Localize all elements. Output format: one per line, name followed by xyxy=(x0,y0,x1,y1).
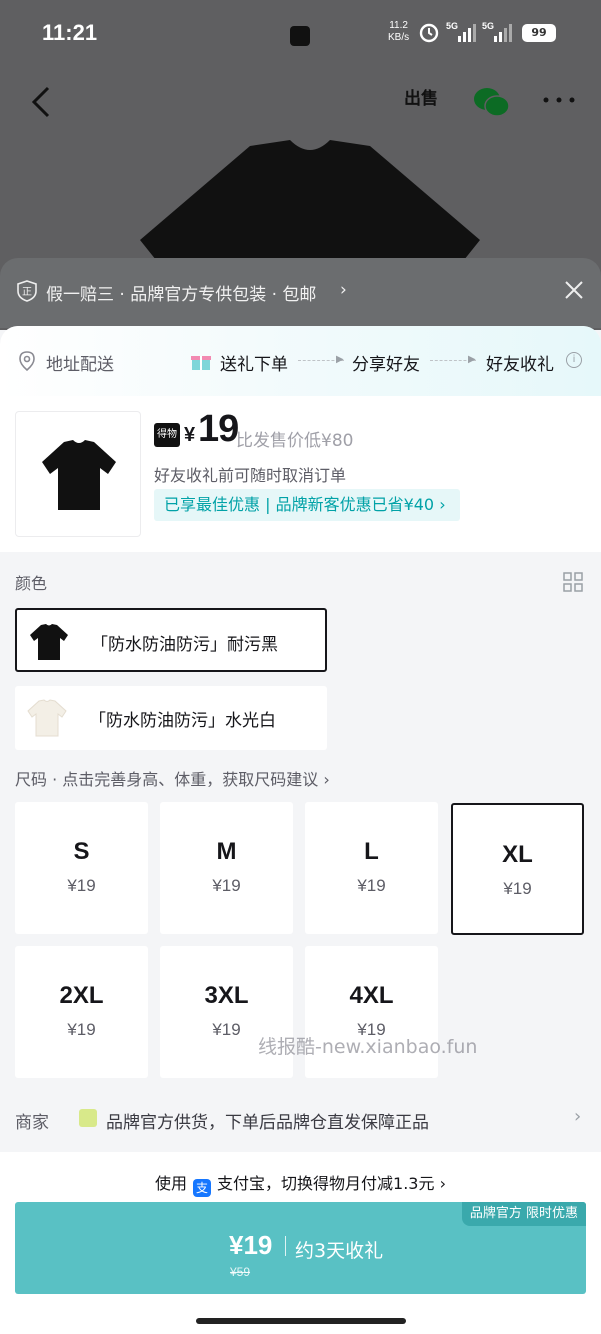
price-compare: 比发售价低¥80 xyxy=(236,431,354,451)
product-price: 19 xyxy=(198,408,239,450)
size-label: 3XL xyxy=(204,982,249,1009)
size-label: L xyxy=(364,838,379,865)
step-arrow-icon: ▶ xyxy=(336,354,344,365)
battery-icon: 99 xyxy=(522,24,556,42)
size-label: 4XL xyxy=(349,982,394,1009)
checkout-bar: 使用支支付宝，切换得物月付减1.3元 › 品牌官方 限时优惠 ¥19 约3天收礼… xyxy=(0,1152,601,1334)
product-thumbnail[interactable] xyxy=(15,411,141,537)
signal-icon-2: 5G xyxy=(482,21,512,42)
size-label: M xyxy=(216,838,237,865)
size-price: ¥19 xyxy=(503,879,532,898)
tshirt-white-swatch xyxy=(27,699,67,737)
buy-original-price: ¥59 xyxy=(230,1265,251,1279)
buy-delivery-text: 约3天收礼 xyxy=(295,1240,384,1262)
promo-discount-badge[interactable]: 已享最佳优惠 | 品牌新客优惠已省¥40 › xyxy=(154,489,460,521)
guarantee-text: 假一赔三 · 品牌官方专供包装 · 包邮 xyxy=(46,285,317,305)
color-label: 颜色 xyxy=(15,574,48,593)
watermark-text: 线报酷-new.xianbao.fun xyxy=(258,1036,478,1058)
cancel-note: 好友收礼前可随时取消订单 xyxy=(154,466,347,485)
size-price: ¥19 xyxy=(357,876,386,895)
status-bar: 11:21 11.2 KB/s 5G 5G 99 xyxy=(0,0,601,68)
price-currency: ¥ xyxy=(184,424,196,446)
back-arrow-icon[interactable] xyxy=(28,84,58,120)
net-speed-value: 11.2 xyxy=(389,20,408,31)
tshirt-black-swatch xyxy=(30,624,68,660)
home-indicator[interactable] xyxy=(196,1318,406,1324)
sell-label: 出售 xyxy=(404,89,438,109)
size-hint-link[interactable]: 尺码 · 点击完善身高、体重，获取尺码建议 › xyxy=(15,766,330,790)
size-price: ¥19 xyxy=(212,876,241,895)
size-label: XL xyxy=(502,841,533,868)
wechat-icon[interactable] xyxy=(472,86,510,118)
size-price: ¥19 xyxy=(67,876,96,895)
size-option-l[interactable]: L ¥19 xyxy=(305,802,438,934)
gift-step-order: 送礼下单 xyxy=(220,355,288,375)
svg-text:5G: 5G xyxy=(482,21,494,31)
net-speed: 11.2 KB/s xyxy=(388,20,409,44)
location-pin-icon xyxy=(19,351,35,372)
merchant-row[interactable]: 商家 品牌官方供货，下单后品牌仓直发保障正品 › xyxy=(0,1092,601,1148)
gift-step-receive: 好友收礼 xyxy=(486,355,554,375)
guarantee-banner[interactable]: 正 假一赔三 · 品牌官方专供包装 · 包邮 › xyxy=(0,258,601,328)
net-speed-unit: KB/s xyxy=(388,32,410,43)
gift-step-share: 分享好友 xyxy=(352,355,420,375)
alipay-offer[interactable]: 使用支支付宝，切换得物月付减1.3元 › xyxy=(0,1170,601,1197)
alipay-icon: 支 xyxy=(193,1179,212,1197)
purchase-sheet: 地址配送 送礼下单 ▶ 分享好友 ▶ 好友收礼 i 得物 ¥ 19 比发售价低¥… xyxy=(0,326,601,1334)
buy-price: ¥19 xyxy=(229,1230,273,1260)
svg-text:正: 正 xyxy=(22,287,32,298)
more-icon[interactable] xyxy=(540,92,578,108)
status-time: 11:21 xyxy=(42,20,98,45)
shield-icon: 正 xyxy=(17,280,37,302)
buy-gift-button[interactable]: 品牌官方 限时优惠 ¥19 约3天收礼 ¥59 xyxy=(15,1202,586,1294)
size-price: ¥19 xyxy=(67,1020,96,1039)
color-option-label: 「防水防油防污」耐污黑 xyxy=(91,635,278,655)
alipay-text: 支付宝，切换得物月付减1.3元 › xyxy=(217,1174,446,1193)
size-label: S xyxy=(73,838,90,865)
step-arrow-icon: ▶ xyxy=(468,354,476,365)
color-option-label: 「防水防油防污」水光白 xyxy=(89,711,276,731)
merchant-label: 商家 xyxy=(15,1113,49,1133)
size-label: 2XL xyxy=(59,982,104,1009)
merchant-icon xyxy=(79,1109,97,1127)
chevron-right-icon: › xyxy=(340,280,347,300)
size-option-2xl[interactable]: 2XL ¥19 xyxy=(15,946,148,1078)
gift-flow-bar: 地址配送 送礼下单 ▶ 分享好友 ▶ 好友收礼 i xyxy=(0,326,601,396)
color-option-white[interactable]: 「防水防油防污」水光白 xyxy=(15,686,327,750)
sell-button[interactable]: 出售 xyxy=(404,84,440,120)
size-option-s[interactable]: S ¥19 xyxy=(15,802,148,934)
color-option-black[interactable]: 「防水防油防污」耐污黑 xyxy=(15,608,327,672)
app-notification-icon xyxy=(290,26,310,46)
promo-tag: 品牌官方 限时优惠 xyxy=(461,1202,586,1226)
size-option-m[interactable]: M ¥19 xyxy=(160,802,293,934)
grid-view-icon[interactable] xyxy=(563,572,583,592)
gift-box-icon xyxy=(191,356,211,370)
merchant-text: 品牌官方供货，下单后品牌仓直发保障正品 xyxy=(106,1113,429,1133)
alarm-icon xyxy=(419,23,439,43)
signal-icon: 5G xyxy=(446,21,476,42)
address-delivery-tab[interactable]: 地址配送 xyxy=(46,350,114,375)
chevron-right-icon: › xyxy=(574,1106,582,1127)
size-option-xl[interactable]: XL ¥19 xyxy=(451,803,584,935)
button-divider xyxy=(285,1236,286,1256)
info-icon[interactable]: i xyxy=(566,352,582,368)
close-icon[interactable] xyxy=(562,278,586,302)
tshirt-black-image xyxy=(42,440,116,510)
svg-text:5G: 5G xyxy=(446,21,458,31)
dewu-logo: 得物 xyxy=(154,423,180,447)
alipay-prefix: 使用 xyxy=(155,1174,188,1193)
product-summary: 得物 ¥ 19 比发售价低¥80 好友收礼前可随时取消订单 已享最佳优惠 | 品… xyxy=(0,396,601,552)
